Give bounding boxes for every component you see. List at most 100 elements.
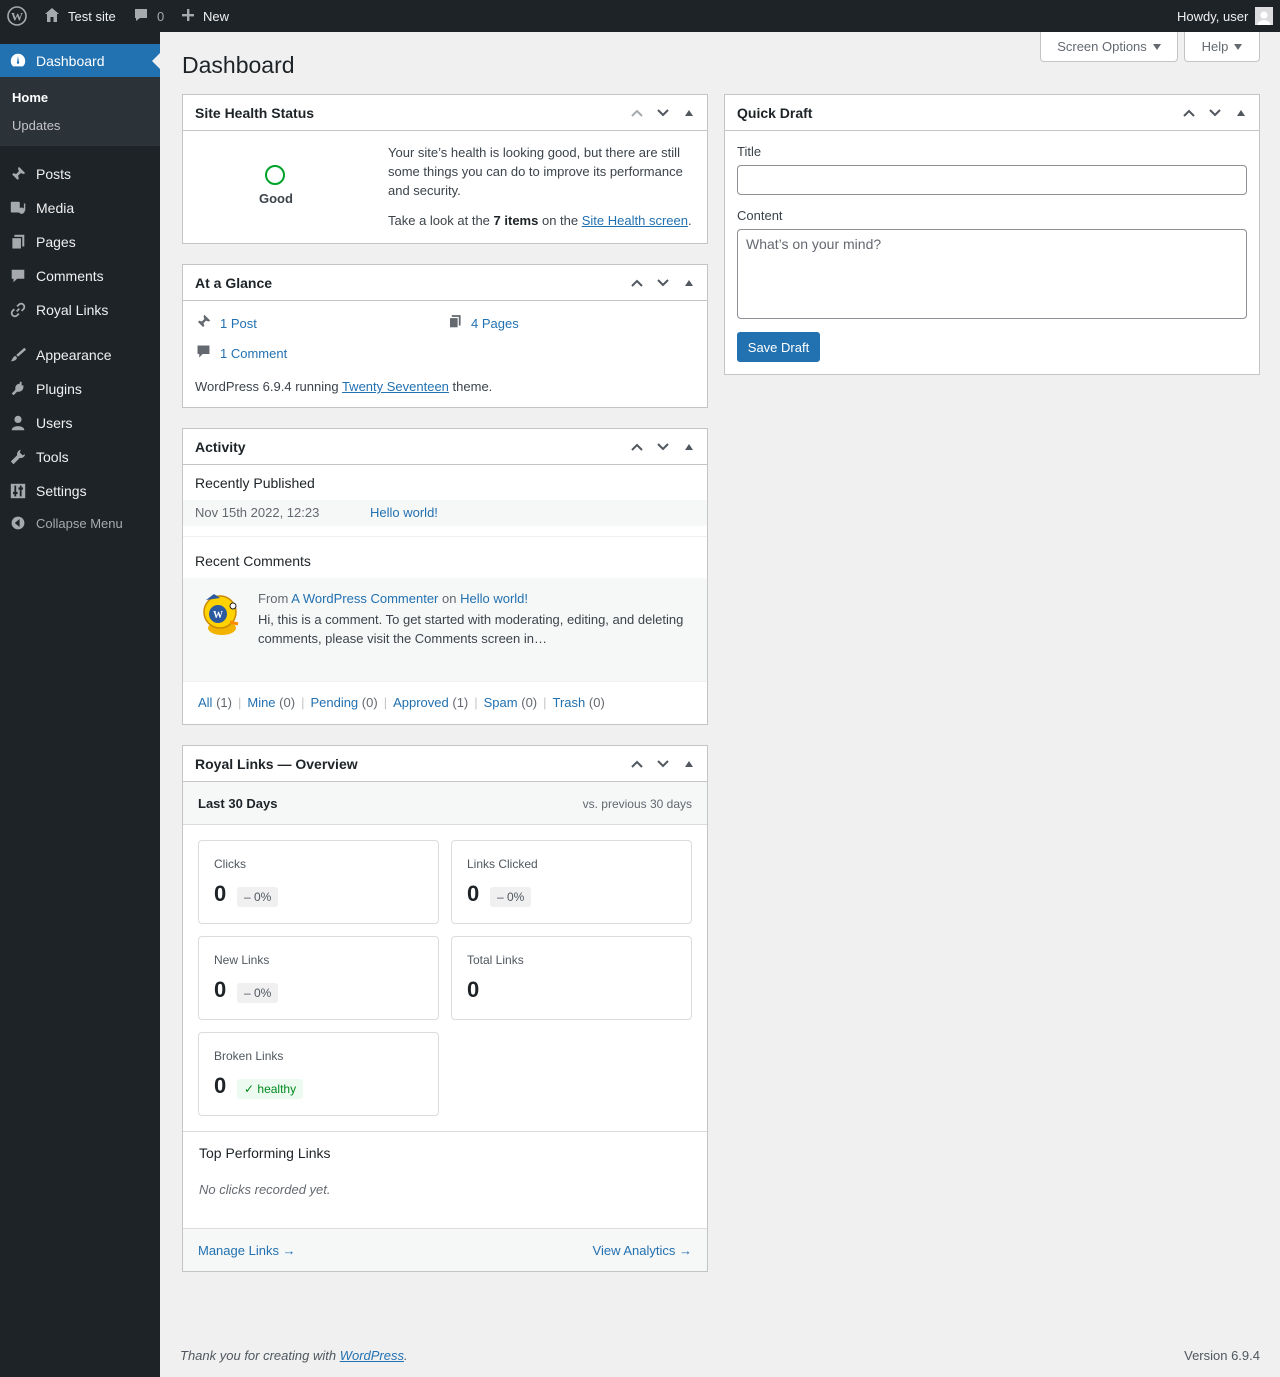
glance-comments-link[interactable]: 1 Comment (195, 343, 287, 363)
widget-title: Quick Draft (737, 104, 813, 121)
menu-pages-label: Pages (36, 234, 76, 250)
avatar (1255, 7, 1274, 25)
home-icon (44, 7, 60, 26)
save-draft-button[interactable]: Save Draft (737, 332, 820, 362)
new-content-link[interactable]: New (181, 0, 229, 32)
toggle-panel-icon[interactable] (679, 273, 699, 293)
move-down-icon[interactable] (1205, 103, 1225, 123)
move-up-icon[interactable] (627, 273, 647, 293)
comment-meta: From A WordPress Commenter on Hello worl… (258, 591, 528, 606)
menu-posts[interactable]: Posts (0, 157, 160, 191)
menu-posts-label: Posts (36, 166, 72, 182)
footer-thanks-suffix: . (404, 1348, 408, 1363)
stat-label: Clicks (214, 857, 246, 871)
howdy-text: Howdy, user (1177, 8, 1249, 24)
site-health-widget: Site Health Status Good Your site’s heal… (182, 94, 708, 244)
footer-thanks-prefix: Thank you for creating with (180, 1348, 337, 1363)
stat-change-badge: – 0% (237, 983, 279, 1003)
help-button[interactable]: Help (1184, 32, 1260, 62)
comment-post-link[interactable]: Hello world! (460, 591, 528, 606)
dropdown-arrow-icon (1152, 43, 1161, 50)
stat-label: Links Clicked (467, 857, 538, 871)
move-up-icon[interactable] (1179, 103, 1199, 123)
menu-media[interactable]: Media (0, 191, 160, 225)
toggle-panel-icon[interactable] (679, 437, 699, 457)
wordpress-link[interactable]: WordPress (340, 1348, 404, 1363)
move-down-icon[interactable] (653, 437, 673, 457)
toggle-panel-icon[interactable] (1231, 103, 1251, 123)
menu-comments[interactable]: Comments (0, 259, 160, 293)
compare-label: vs. previous 30 days (582, 797, 692, 811)
screen-options-button[interactable]: Screen Options (1040, 32, 1178, 62)
collapse-menu[interactable]: Collapse Menu (0, 506, 160, 540)
published-post-link[interactable]: Hello world! (370, 505, 438, 520)
filter-trash-link[interactable]: Trash (553, 695, 586, 710)
royal-links-widget: Royal Links — Overview Last 30 Days vs. … (182, 745, 708, 1272)
stat-card-links-clicked: Links Clicked 0 – 0% (451, 840, 692, 924)
move-down-icon[interactable] (653, 273, 673, 293)
stat-label: New Links (214, 953, 270, 967)
menu-settings[interactable]: Settings (0, 474, 160, 508)
toggle-panel-icon[interactable] (679, 754, 699, 774)
page-title: Dashboard (182, 52, 295, 78)
widget-header: Royal Links — Overview (183, 746, 707, 782)
toggle-panel-icon[interactable] (679, 103, 699, 123)
theme-link[interactable]: Twenty Seventeen (342, 379, 449, 394)
filter-spam-link[interactable]: Spam (484, 695, 518, 710)
site-health-screen-link[interactable]: Site Health screen (582, 213, 688, 228)
stat-value: 0 (214, 1073, 227, 1098)
glance-pages-link[interactable]: 4 Pages (447, 313, 519, 333)
submenu-home[interactable]: Home (12, 90, 48, 105)
filter-mine-link[interactable]: Mine (247, 695, 275, 710)
draft-content-textarea[interactable] (737, 229, 1247, 319)
health-description: Your site’s health is looking good, but … (388, 145, 683, 198)
menu-appearance[interactable]: Appearance (0, 338, 160, 372)
view-analytics-link[interactable]: View Analytics → (593, 1243, 692, 1258)
menu-royal-links[interactable]: Royal Links (0, 293, 160, 327)
move-up-icon[interactable] (627, 103, 647, 123)
health-text-prefix: Take a look at the (388, 213, 490, 228)
comment-author-link[interactable]: A WordPress Commenter (291, 591, 438, 606)
manage-links-link[interactable]: Manage Links → (198, 1243, 296, 1258)
wordpress-logo-icon[interactable]: W (7, 0, 27, 32)
wp-version-text: WordPress 6.9.4 running Twenty Seventeen… (195, 379, 492, 394)
user-icon (0, 414, 36, 432)
menu-tools[interactable]: Tools (0, 440, 160, 474)
menu-appearance-label: Appearance (36, 347, 112, 363)
menu-plugins[interactable]: Plugins (0, 372, 160, 406)
filter-approved-link[interactable]: Approved (393, 695, 449, 710)
health-items-text: Take a look at the 7 items on the Site H… (388, 213, 692, 228)
version-prefix: WordPress 6.9.4 running (195, 379, 339, 394)
plus-icon (181, 8, 195, 25)
move-down-icon[interactable] (653, 103, 673, 123)
draft-title-input[interactable] (737, 165, 1247, 195)
comments-link[interactable]: 0 (133, 0, 164, 32)
pages-icon (0, 233, 36, 251)
menu-settings-label: Settings (36, 483, 87, 499)
menu-dashboard[interactable]: Dashboard (0, 44, 160, 78)
filter-pending-link[interactable]: Pending (310, 695, 358, 710)
glance-posts-link[interactable]: 1 Post (195, 313, 257, 333)
site-name-link[interactable]: Test site (44, 0, 116, 32)
stat-value: 0 (467, 881, 480, 906)
stat-card-new-links: New Links 0 – 0% (198, 936, 439, 1020)
menu-users[interactable]: Users (0, 406, 160, 440)
move-down-icon[interactable] (653, 754, 673, 774)
menu-pages[interactable]: Pages (0, 225, 160, 259)
healthy-badge: ✓ healthy (237, 1079, 304, 1099)
submenu-updates[interactable]: Updates (12, 118, 60, 133)
my-account-link[interactable]: Howdy, user (1177, 0, 1274, 32)
new-label: New (203, 8, 230, 24)
comments-icon (0, 267, 36, 285)
plugin-icon (0, 380, 36, 398)
move-up-icon[interactable] (627, 754, 647, 774)
move-up-icon[interactable] (627, 437, 647, 457)
comment-on-text: on (442, 591, 457, 606)
filter-all-link[interactable]: All (198, 695, 212, 710)
settings-sliders-icon (0, 482, 36, 500)
health-items-count: 7 items (493, 213, 539, 228)
health-status-label: Good (259, 191, 293, 206)
stat-label: Total Links (467, 953, 524, 967)
health-status-circle-icon (265, 165, 285, 185)
at-a-glance-widget: At a Glance 1 Post 4 Pages 1 Comment Wor… (182, 264, 708, 408)
